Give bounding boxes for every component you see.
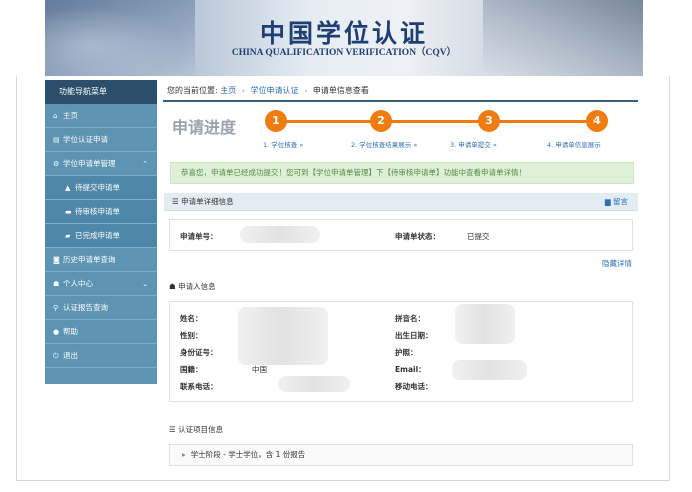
breadcrumb-current: 申请单信息查看 (312, 86, 369, 95)
help-icon: ● (53, 328, 60, 336)
breadcrumb-level1-link[interactable]: 学位申请认证 (251, 86, 299, 95)
sidebar-item-1[interactable]: ▤ 学位认证申请 (45, 128, 157, 152)
progress-step-1: 1 (265, 110, 287, 132)
project-section-title: ☰ 认证项目信息 (169, 425, 224, 434)
sidebar-item-label: 学位申请单管理 (63, 159, 116, 168)
breadcrumb: 您的当前位置: 主页 › 学位申请认证 › 申请单信息查看 (163, 80, 638, 102)
passport-label: 护照： (395, 348, 418, 357)
degree-report-row[interactable]: ▸ 学士阶段 - 学士学位，含 1 份报告 (169, 444, 633, 466)
sidebar-item-4[interactable]: ▬ 待审核申请单 (45, 200, 157, 224)
application-number-label: 申请单号： (180, 232, 218, 241)
comment-icon: ▆ (604, 197, 613, 206)
sidebar-item-label: 历史申请单查询 (63, 255, 116, 264)
gear-icon: ⚙ (53, 160, 60, 168)
sidebar-item-label: 帮助 (63, 327, 78, 336)
success-alert: 恭喜您，申请单已经成功提交！您可到【学位申请单管理】下【待审核申请单】功能中查看… (170, 162, 634, 184)
search-icon: ⚲ (53, 304, 59, 312)
power-icon: ⏻ (53, 352, 59, 360)
breadcrumb-home-link[interactable]: 主页 (220, 86, 236, 95)
breadcrumb-separator: › (241, 86, 245, 95)
redacted-pinyin-birthdate (455, 304, 515, 344)
sidebar-item-label: 待提交申请单 (75, 183, 120, 192)
expand-caret-icon[interactable]: ▸ (182, 450, 186, 459)
progress-step-3-label[interactable]: 3. 申请单提交 » (450, 139, 497, 149)
progress-step-4: 4 (586, 110, 608, 132)
applicant-section-title: ☗ 申请人信息 (169, 282, 216, 291)
sidebar-item-3[interactable]: ▲ 待提交申请单 (45, 176, 157, 200)
camera-icon: ◙ (53, 256, 60, 264)
sidebar: 功能导航菜单 ⌂ 主页 ▤ 学位认证申请 ⚙ 学位申请单管理 ⌃ ▲ 待提交申请单 ▬ 待审核申请单… (45, 80, 157, 384)
sidebar-item-label: 认证报告查询 (63, 303, 108, 312)
sidebar-item-10[interactable]: ⏻ 退出 (45, 344, 157, 368)
progress-step-1-label[interactable]: 1. 学位核查 » (263, 139, 303, 149)
document-icon: ▤ (53, 136, 60, 144)
list-icon: ☰ (172, 197, 182, 206)
sidebar-item-7[interactable]: ☗ 个人中心 ⌄ (45, 272, 157, 296)
progress-title: 申请进度 (172, 118, 237, 137)
progress-step-2-label[interactable]: 2. 学位核查结果展示 » (351, 139, 417, 149)
applicant-info-box: 姓名： 性别： 身份证号： 国籍： 中国 联系电话： 拼音名： 出生日期： 护照… (169, 301, 633, 402)
message-link[interactable]: ▆ 留言 (605, 193, 628, 211)
header-banner: 中国学位认证 CHINA QUALIFICATION VERIFICATION（… (45, 0, 643, 76)
application-summary-box: 申请单号： 申请单状态： 已提交 (169, 219, 633, 251)
application-status-label: 申请单状态： (395, 232, 440, 241)
breadcrumb-prefix: 您的当前位置: (167, 86, 218, 95)
sidebar-item-label: 个人中心 (63, 279, 93, 288)
cart-icon: ▬ (65, 208, 72, 216)
sidebar-item-label: 主页 (63, 111, 78, 120)
main-content: 您的当前位置: 主页 › 学位申请认证 › 申请单信息查看 申请进度 1 2 3… (163, 80, 638, 475)
sidebar-header: 功能导航菜单 (45, 80, 157, 104)
sidebar-item-label: 学位认证申请 (63, 135, 108, 144)
chevron-down-icon[interactable]: ⌄ (142, 272, 148, 296)
hide-details-link[interactable]: 隐藏详情 (602, 258, 632, 269)
application-status-value: 已提交 (467, 232, 490, 241)
gender-label: 性别： (180, 331, 203, 340)
nationality-label: 国籍： (180, 365, 203, 374)
sidebar-item-label: 待审核申请单 (75, 207, 120, 216)
sidebar-item-6[interactable]: ◙ 历史申请单查询 (45, 248, 157, 272)
sidebar-item-9[interactable]: ● 帮助 (45, 320, 157, 344)
progress-line (275, 120, 597, 123)
breadcrumb-separator: › (304, 86, 308, 95)
redacted-personal-info (238, 307, 328, 365)
redacted-phone (278, 376, 350, 392)
progress-step-4-label[interactable]: 4. 申请单信息展示 (547, 139, 601, 149)
list-icon: ☰ (169, 425, 179, 434)
name-label: 姓名： (180, 314, 203, 323)
email-label: Email： (395, 365, 426, 374)
birth-date-label: 出生日期： (395, 331, 433, 340)
redacted-application-number (240, 226, 320, 243)
progress-tracker: 申请进度 1 2 3 4 1. 学位核查 » 2. 学位核查结果展示 » 3. … (163, 102, 638, 152)
sidebar-item-label: 退出 (63, 351, 78, 360)
sidebar-item-8[interactable]: ⚲ 认证报告查询 (45, 296, 157, 320)
sidebar-item-label: 已完成申请单 (75, 231, 120, 240)
warning-icon: ▲ (65, 184, 71, 192)
user-icon: ☗ (53, 280, 60, 288)
sidebar-item-5[interactable]: ▰ 已完成申请单 (45, 224, 157, 248)
application-details-header: ☰ 申请单详细信息 ▆ 留言 (164, 193, 638, 211)
mobile-label: 移动电话： (395, 382, 433, 391)
sidebar-item-2[interactable]: ⚙ 学位申请单管理 ⌃ (45, 152, 157, 176)
chevron-up-icon[interactable]: ⌃ (142, 152, 148, 176)
application-details-title: 申请单详细信息 (181, 197, 234, 206)
nationality-value: 中国 (252, 365, 267, 374)
phone-label: 联系电话： (180, 382, 218, 391)
home-icon: ⌂ (53, 112, 58, 120)
progress-step-2: 2 (370, 110, 392, 132)
sidebar-item-0[interactable]: ⌂ 主页 (45, 104, 157, 128)
folder-icon: ▰ (65, 232, 71, 240)
id-number-label: 身份证号： (180, 348, 218, 357)
user-icon: ☗ (169, 282, 179, 291)
progress-step-3: 3 (478, 110, 500, 132)
site-subtitle: CHINA QUALIFICATION VERIFICATION（CQV） (231, 48, 457, 58)
redacted-email (452, 360, 527, 380)
pinyin-name-label: 拼音名： (395, 314, 425, 323)
